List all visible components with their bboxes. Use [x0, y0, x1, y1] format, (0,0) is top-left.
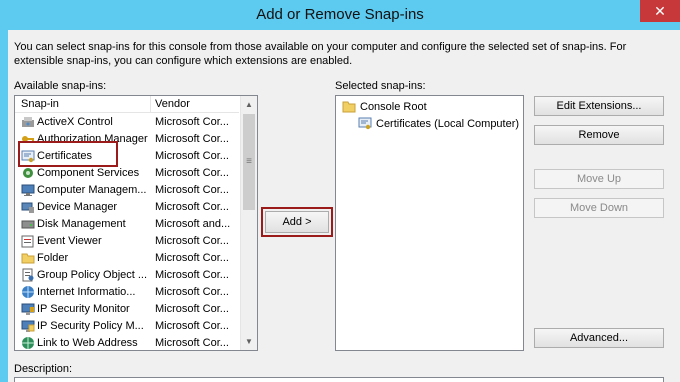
event-viewer-icon	[21, 234, 35, 248]
list-header: Snap-in Vendor	[15, 96, 239, 113]
snapin-vendor: Microsoft Cor...	[155, 167, 229, 179]
intro-text: You can select snap-ins for this console…	[14, 41, 627, 67]
column-divider[interactable]	[150, 96, 151, 113]
list-item[interactable]: Internet Informatio... Microsoft Cor...	[15, 284, 243, 301]
selected-snapins-tree[interactable]: Console Root Certificates (Local Compute…	[335, 95, 524, 351]
folder-icon	[21, 251, 35, 265]
list-item[interactable]: ActiveX Control Microsoft Cor...	[15, 114, 243, 131]
scroll-thumb[interactable]: ≡	[243, 114, 255, 210]
list-item[interactable]: Link to Web Address Microsoft Cor...	[15, 335, 243, 350]
snapin-name: Computer Managem...	[37, 184, 147, 196]
component-services-icon	[21, 166, 35, 180]
disk-management-icon	[21, 217, 35, 231]
advanced-button[interactable]: Advanced...	[534, 328, 664, 348]
snapin-name: IP Security Policy M...	[37, 320, 144, 332]
snapin-vendor: Microsoft Cor...	[155, 116, 229, 128]
list-item[interactable]: Folder Microsoft Cor...	[15, 250, 243, 267]
remove-button[interactable]: Remove	[534, 125, 664, 145]
snapin-vendor: Microsoft Cor...	[155, 235, 229, 247]
window-title: Add or Remove Snap-ins	[256, 6, 424, 23]
move-up-button[interactable]: Move Up	[534, 169, 664, 189]
snapin-vendor: Microsoft Cor...	[155, 337, 229, 349]
snapin-vendor: Microsoft Cor...	[155, 303, 229, 315]
snapin-vendor: Microsoft Cor...	[155, 184, 229, 196]
certificates-highlight	[18, 141, 118, 167]
snapin-vendor: Microsoft Cor...	[155, 320, 229, 332]
snapin-vendor: Microsoft Cor...	[155, 201, 229, 213]
group-policy-icon	[21, 268, 35, 282]
device-manager-icon	[21, 200, 35, 214]
snapin-name: ActiveX Control	[37, 116, 113, 128]
snapin-name: Group Policy Object ...	[37, 269, 148, 281]
link-icon	[21, 336, 35, 350]
column-header-snapin[interactable]: Snap-in	[21, 98, 59, 110]
snapin-vendor: Microsoft Cor...	[155, 286, 229, 298]
tree-node-label: Console Root	[360, 101, 427, 113]
snapin-name: Component Services	[37, 167, 140, 179]
move-down-button[interactable]: Move Down	[534, 198, 664, 218]
ip-security-monitor-icon	[21, 302, 35, 316]
scroll-down-icon[interactable]: ▼	[241, 333, 257, 350]
list-item[interactable]: Device Manager Microsoft Cor...	[15, 199, 243, 216]
activex-icon	[21, 115, 35, 129]
description-box	[14, 377, 664, 382]
list-item[interactable]: Event Viewer Microsoft Cor...	[15, 233, 243, 250]
title-bar: Add or Remove Snap-ins ✕	[0, 0, 680, 30]
list-item[interactable]: IP Security Monitor Microsoft Cor...	[15, 301, 243, 318]
available-snapins-label: Available snap-ins:	[14, 80, 107, 92]
scrollbar[interactable]: ▲ ≡ ▼	[240, 96, 257, 350]
snapin-vendor: Microsoft and...	[155, 218, 231, 230]
snapin-name: Internet Informatio...	[37, 286, 136, 298]
folder-icon	[342, 100, 356, 113]
add-button[interactable]: Add >	[265, 211, 329, 233]
snapin-vendor: Microsoft Cor...	[155, 252, 229, 264]
column-header-vendor[interactable]: Vendor	[155, 98, 190, 110]
scroll-up-icon[interactable]: ▲	[241, 96, 257, 113]
computer-management-icon	[21, 183, 35, 197]
snapin-name: IP Security Monitor	[37, 303, 130, 315]
available-snapins-list[interactable]: Snap-in Vendor ActiveX Control Microsoft…	[14, 95, 258, 351]
list-item[interactable]: Component Services Microsoft Cor...	[15, 165, 243, 182]
list-item[interactable]: Disk Management Microsoft and...	[15, 216, 243, 233]
edit-extensions-button[interactable]: Edit Extensions...	[534, 96, 664, 116]
snapin-name: Folder	[37, 252, 69, 264]
snapin-name: Disk Management	[37, 218, 126, 230]
description-label: Description:	[14, 363, 73, 375]
tree-node-label: Certificates (Local Computer)	[376, 118, 520, 130]
certificate-icon	[358, 117, 372, 130]
snapin-name: Link to Web Address	[37, 337, 138, 349]
snapin-vendor: Microsoft Cor...	[155, 133, 229, 145]
iis-icon	[21, 285, 35, 299]
snapin-vendor: Microsoft Cor...	[155, 150, 229, 162]
snapin-name: Device Manager	[37, 201, 118, 213]
list-item[interactable]: Group Policy Object ... Microsoft Cor...	[15, 267, 243, 284]
list-item[interactable]: Computer Managem... Microsoft Cor...	[15, 182, 243, 199]
snapin-name: Event Viewer	[37, 235, 102, 247]
snapin-vendor: Microsoft Cor...	[155, 269, 229, 281]
close-button[interactable]: ✕	[640, 0, 680, 22]
selected-snapins-label: Selected snap-ins:	[335, 80, 426, 92]
ip-security-policy-icon	[21, 319, 35, 333]
list-item[interactable]: IP Security Policy M... Microsoft Cor...	[15, 318, 243, 335]
